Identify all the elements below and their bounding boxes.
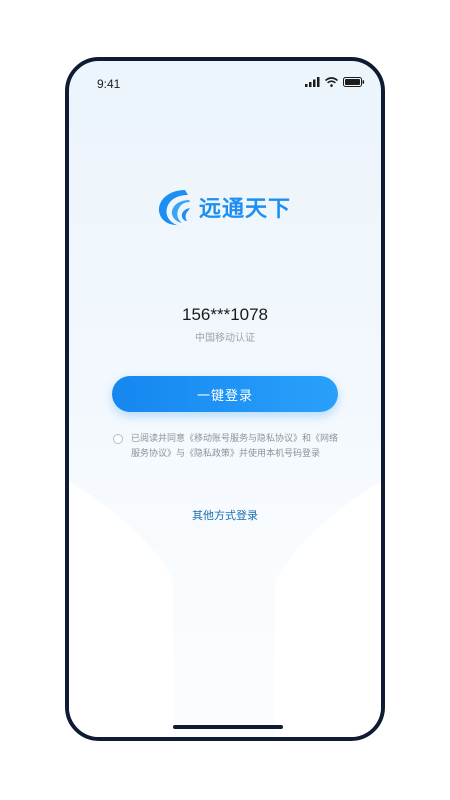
- agreement-text: 已阅读并同意《移动账号服务与隐私协议》和《网络服务协议》与《隐私政策》并使用本机…: [131, 434, 339, 459]
- one-click-login-button[interactable]: 一键登录: [112, 376, 338, 412]
- wave-logo-icon: [158, 190, 190, 225]
- agreement-section: 已阅读并同意《移动账号服务与隐私协议》和《网络服务协议》与《隐私政策》并使用本机…: [113, 432, 345, 462]
- phone-frame: 9:41 远通天下 156***1078 中国移动认证 一键登录 已阅读并同意《…: [65, 57, 385, 741]
- agreement-radio[interactable]: [113, 434, 123, 444]
- status-time: 9:41: [97, 77, 121, 91]
- home-indicator: [173, 725, 283, 729]
- signal-icon: [305, 77, 320, 87]
- auth-provider-label: 中国移动认证: [195, 333, 255, 344]
- battery-icon: [343, 77, 365, 87]
- status-icons: [305, 77, 365, 87]
- brand-logo: 远通天下: [155, 187, 291, 227]
- other-login-link[interactable]: 其他方式登录: [69, 507, 381, 523]
- status-bar: 9:41: [69, 61, 381, 105]
- brand-name: 远通天下: [199, 197, 292, 222]
- masked-phone-number: 156***1078: [181, 305, 269, 324]
- wifi-icon: [325, 77, 338, 87]
- screenshot-stage: 9:41 远通天下 156***1078 中国移动认证 一键登录 已阅读并同意《…: [0, 0, 450, 800]
